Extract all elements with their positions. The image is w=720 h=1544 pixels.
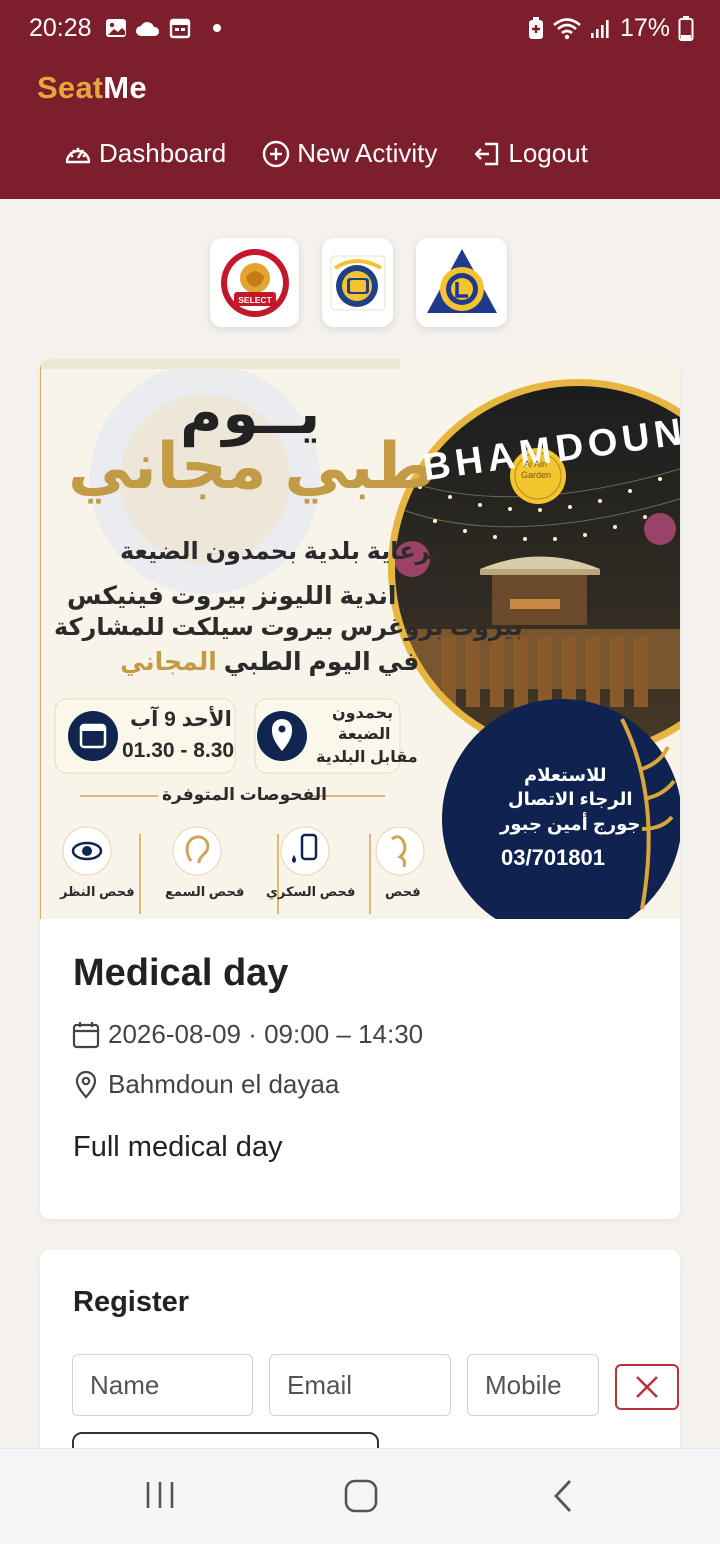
brand-me: Me: [103, 70, 147, 105]
email-input[interactable]: [269, 1354, 451, 1416]
close-icon: [636, 1376, 658, 1398]
battery-icon: [678, 15, 694, 41]
event-datetime: 2026-08-09 · 09:00 – 14:30: [108, 1019, 424, 1049]
poster-check-other: فحص: [385, 884, 421, 899]
register-title: Register: [73, 1286, 190, 1318]
poster-garden-2: Garden: [521, 470, 552, 480]
event-title: Medical day: [73, 952, 289, 994]
plus-circle-icon: [263, 140, 290, 167]
dashboard-icon: [65, 147, 91, 163]
remove-row-button[interactable]: [615, 1364, 679, 1410]
status-time: 20:28: [29, 14, 92, 42]
battery-saver-icon: [528, 16, 543, 39]
poster-line-1: برعاية بلدية بحمدون الضيعة: [120, 538, 440, 565]
poster-inquiry-2: الرجاء الاتصال: [508, 789, 633, 809]
name-input[interactable]: [72, 1354, 253, 1416]
event-description: Full medical day: [73, 1131, 283, 1163]
gallery-icon: [106, 19, 126, 37]
lions-club-logo: [416, 238, 507, 327]
mobile-input[interactable]: [467, 1354, 599, 1416]
poster-check-diabetes: فحص السكري: [266, 884, 356, 899]
event-location: Bahmdoun el dayaa: [108, 1069, 340, 1099]
event-location-row: Bahmdoun el dayaa: [72, 1069, 339, 1100]
notification-dot: [213, 24, 221, 32]
system-nav-bar: [0, 1448, 720, 1544]
poster-check-hearing: فحص السمع: [165, 884, 245, 899]
poster-headline-2: طبي مجاني: [68, 430, 436, 502]
home-button[interactable]: [344, 1479, 378, 1513]
poster-checkups-title: الفحوصات المتوفرة: [162, 785, 327, 804]
recent-apps-button[interactable]: [144, 1479, 176, 1511]
nav-dashboard[interactable]: Dashboard: [64, 138, 226, 169]
poster-line-4b: المجاني: [120, 648, 217, 676]
main-nav: Dashboard New Activity Logout: [64, 138, 588, 169]
poster-line-4: في اليوم الطبي المجاني: [120, 647, 419, 677]
nav-new-activity[interactable]: New Activity: [262, 138, 437, 169]
poster-time: 01.30 - 8.30: [122, 739, 235, 762]
cloud-icon: [136, 22, 160, 36]
back-button[interactable]: [552, 1479, 574, 1513]
poster-place-3: مقابل البلدية: [316, 749, 418, 766]
poster-line-3: بيروت بروغرس بيروت سيلكت للمشاركة: [54, 614, 523, 641]
poster-date: الأحد 9 آب: [130, 708, 232, 731]
event-datetime-row: 2026-08-09 · 09:00 – 14:30: [72, 1019, 423, 1050]
poster-place-1: بحمدون: [332, 705, 394, 722]
poster-place-2: الضيعة: [338, 726, 391, 743]
sponsor-logos: SELECT: [210, 238, 507, 327]
poster-line-2: تدعوكم اندية الليونز بيروت فينيكس: [67, 582, 495, 610]
nav-new-activity-label: New Activity: [297, 138, 438, 168]
battery-percent: 17%: [619, 14, 670, 42]
calendar-icon: [169, 18, 191, 39]
nav-dashboard-label: Dashboard: [99, 138, 227, 168]
poster-inquiry-1: للاستعلام: [524, 765, 607, 785]
logout-icon: [475, 142, 499, 165]
app-header: 20:28 17% SeatMe Dashboard New Activity …: [0, 0, 720, 199]
register-card: Register: [40, 1250, 680, 1480]
status-bar: 20:28 17%: [0, 0, 720, 56]
event-card[interactable]: يــوم طبي مجاني برعاية بلدية بحمدون الضي…: [40, 359, 680, 1219]
poster-inquiry-3: جورج أمين جبور: [500, 814, 641, 834]
notification-icons: [105, 14, 221, 42]
nav-logout[interactable]: Logout: [473, 138, 588, 169]
poster-line-4a: في اليوم الطبي: [223, 648, 420, 676]
poster-phone: 03/701801: [501, 845, 605, 870]
app-logo[interactable]: SeatMe: [37, 70, 147, 106]
signal-icon: [590, 19, 609, 38]
wifi-icon: [553, 17, 581, 39]
lions-select-logo: SELECT: [210, 238, 299, 327]
location-pin-icon: [75, 1070, 97, 1099]
lions-90-logo: [322, 238, 393, 327]
poster-garden-1: Al Ain: [524, 459, 548, 469]
nav-logout-label: Logout: [508, 138, 588, 168]
logo1-label: SELECT: [238, 295, 272, 305]
poster-check-eye: فحص النظر: [60, 884, 135, 899]
calendar-icon: [72, 1021, 100, 1048]
system-status: 17%: [528, 14, 694, 43]
brand-seat: Seat: [37, 70, 104, 105]
event-poster: يــوم طبي مجاني برعاية بلدية بحمدون الضي…: [40, 359, 680, 919]
